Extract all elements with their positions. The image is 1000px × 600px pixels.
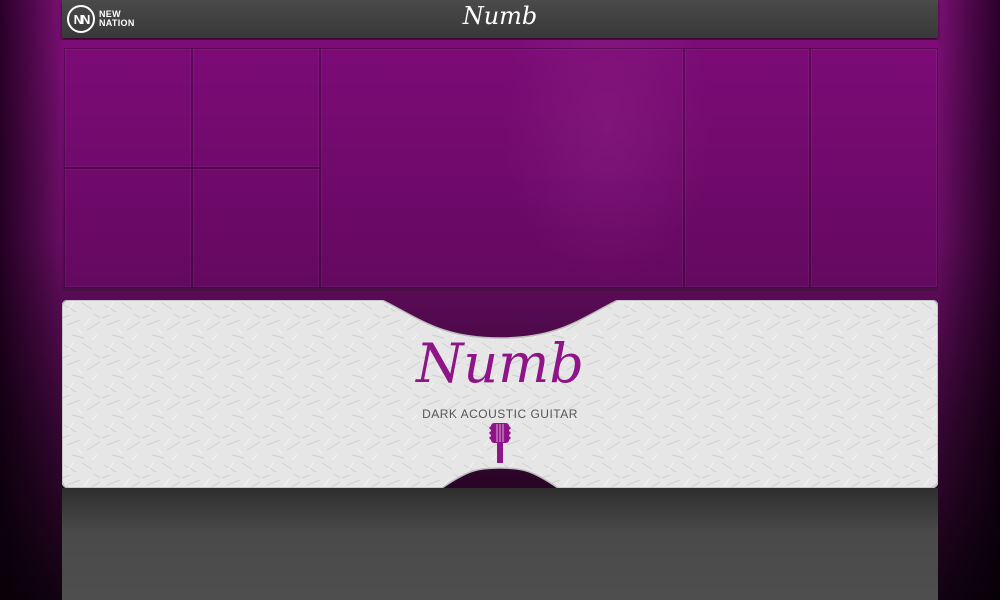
header-bar: NN NEW NATION Numb bbox=[62, 0, 938, 38]
artwork-cell bbox=[192, 48, 320, 168]
artwork-cell bbox=[64, 48, 192, 168]
artwork-cell bbox=[320, 48, 684, 288]
artwork-cell bbox=[64, 168, 192, 288]
product-subtitle: DARK ACOUSTIC GUITAR bbox=[422, 407, 578, 421]
bottom-panel bbox=[62, 488, 938, 600]
artwork-cell bbox=[192, 168, 320, 288]
artwork-cell bbox=[810, 48, 938, 288]
panel-divider bbox=[62, 288, 938, 291]
artwork-panel bbox=[62, 40, 938, 290]
header-title: Numb bbox=[462, 2, 538, 30]
product-title: Numb bbox=[416, 332, 584, 395]
artwork-cell bbox=[684, 48, 810, 288]
acoustic-guitar-icon bbox=[489, 423, 511, 463]
